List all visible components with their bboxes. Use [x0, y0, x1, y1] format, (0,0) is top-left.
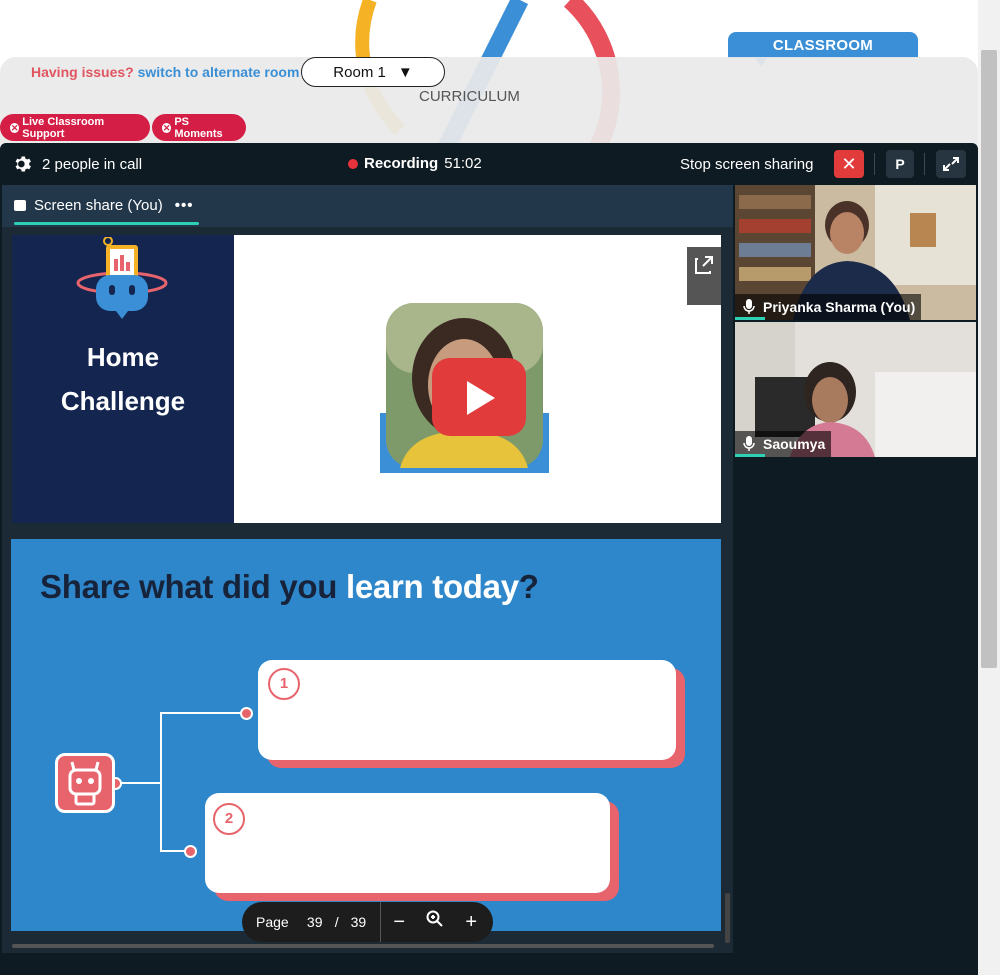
close-icon: ✕: [10, 122, 20, 133]
issues-notice: Having issues? switch to alternate room: [31, 64, 299, 80]
page-current-input[interactable]: 39: [301, 911, 329, 933]
dropdown-arrow-icon: ▼: [397, 63, 413, 81]
ps-moments-label: PS Moments: [174, 115, 223, 140]
external-link-icon: [695, 256, 713, 274]
ps-moments-button[interactable]: ✕ PS Moments: [152, 114, 246, 141]
vertical-scrollbar[interactable]: [725, 893, 730, 943]
room-select[interactable]: Room 1 ▼: [301, 57, 445, 87]
answer-box-2: 2: [205, 793, 610, 893]
fullscreen-button[interactable]: [936, 150, 966, 178]
tab-screen-share[interactable]: Screen share (You) •••: [14, 197, 193, 214]
recording-dot-icon: [348, 158, 358, 169]
live-support-label: Live Classroom Support: [22, 115, 105, 140]
screen-share-icon: [14, 200, 26, 211]
participant-label: Saoumya: [735, 431, 832, 457]
audio-level-bar: [735, 317, 765, 320]
participant-button[interactable]: P: [886, 150, 914, 178]
answer-number-1: 1: [268, 668, 300, 700]
tab-screen-share-label: Screen share (You): [34, 197, 163, 214]
home-title-line2: Challenge: [60, 386, 186, 416]
answer-box-1: 1: [258, 660, 676, 760]
divider: [924, 153, 925, 175]
horizontal-scrollbar[interactable]: [12, 944, 714, 948]
room-select-value: Room 1: [333, 63, 386, 81]
page-navigator: Page 39 / 39 − +: [242, 902, 493, 942]
zoom-out-icon[interactable]: −: [381, 911, 417, 934]
connector-dot: [184, 845, 197, 858]
home-title-line1: Home: [86, 342, 160, 372]
share-question-title: Share what did you learn today?: [40, 568, 539, 606]
participant-label: Priyanka Sharma (You): [735, 294, 922, 320]
stop-sharing-label: Stop screen sharing: [680, 156, 814, 173]
home-challenge-title: Home Challenge: [12, 335, 234, 423]
robot-icon: [55, 753, 115, 813]
participant-tile[interactable]: Priyanka Sharma (You): [735, 185, 976, 320]
call-header: 2 people in call Recording 51:02 Stop sc…: [0, 143, 978, 185]
participant-tile[interactable]: Saoumya: [735, 322, 976, 457]
issues-text: Having issues?: [31, 64, 134, 80]
stop-sharing-button[interactable]: ✕: [834, 150, 864, 178]
people-count: 2 people in call: [42, 156, 143, 173]
recording-status: Recording 51:02: [348, 155, 482, 172]
open-external-button[interactable]: [687, 247, 721, 305]
close-icon: ✕: [841, 154, 857, 174]
page-label: Page: [256, 914, 289, 930]
zoom-reset-icon[interactable]: [417, 910, 453, 934]
recording-label: Recording: [364, 155, 439, 172]
video-thumbnail[interactable]: [380, 303, 549, 473]
switch-room-link[interactable]: switch to alternate room: [138, 64, 300, 80]
question-mark: ?: [518, 568, 539, 605]
robot-logo-icon: [76, 237, 168, 319]
participant-name: Priyanka Sharma (You): [763, 299, 916, 315]
curriculum-link[interactable]: CURRICULUM: [419, 88, 520, 105]
page-separator: /: [334, 914, 339, 930]
live-support-button[interactable]: ✕ Live Classroom Support: [0, 114, 150, 141]
classroom-tab[interactable]: CLASSROOM: [728, 32, 918, 67]
share-tab-bar: Screen share (You) •••: [2, 185, 733, 227]
connector-line: [160, 712, 244, 714]
divider: [874, 153, 875, 175]
question-highlight: learn today: [346, 568, 519, 605]
recording-time: 51:02: [444, 155, 482, 172]
audio-level-bar: [735, 454, 765, 457]
page-total: 39: [350, 914, 367, 930]
question-part1: Share what did you: [40, 568, 347, 605]
gear-icon[interactable]: [13, 154, 33, 174]
answer-number-2: 2: [213, 803, 245, 835]
page-scrollbar-thumb[interactable]: [981, 50, 997, 668]
tab-underline: [14, 222, 199, 225]
close-icon: ✕: [162, 122, 172, 133]
connector-dot: [240, 707, 253, 720]
zoom-in-icon[interactable]: +: [453, 911, 489, 934]
expand-icon: [943, 157, 959, 171]
participant-name: Saoumya: [763, 436, 826, 452]
more-options-icon[interactable]: •••: [175, 197, 194, 214]
